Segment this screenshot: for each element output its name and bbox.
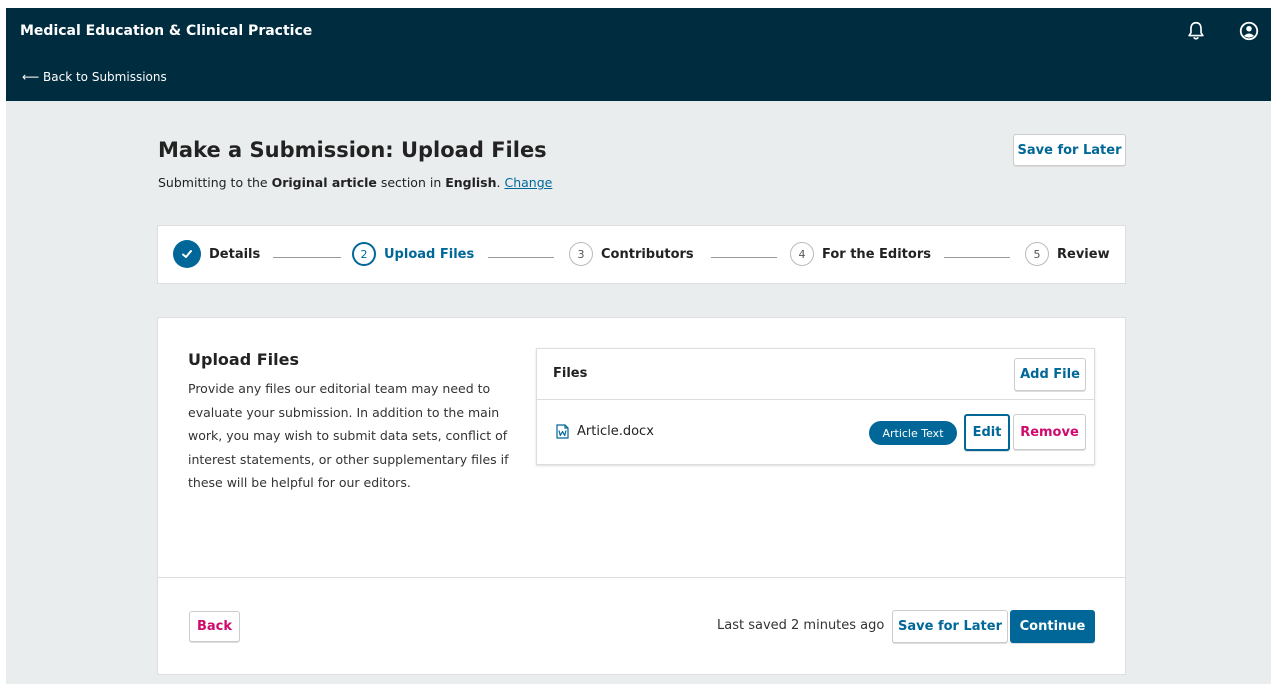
remove-file-button[interactable]: Remove: [1013, 414, 1086, 450]
change-section-link[interactable]: Change: [504, 175, 552, 190]
step-review[interactable]: 5 Review: [1025, 242, 1110, 266]
step-number: 4: [790, 242, 814, 266]
word-document-icon: [556, 424, 569, 439]
submission-subtitle: Submitting to the Original article secti…: [158, 175, 552, 190]
step-contributors[interactable]: 3 Contributors: [569, 242, 694, 266]
file-type-badge: Article Text: [869, 421, 957, 445]
step-number: 2: [352, 242, 376, 266]
files-heading: Files: [553, 366, 588, 381]
step-upload-files[interactable]: 2 Upload Files: [352, 242, 474, 266]
files-list-panel: [536, 348, 1095, 465]
back-to-submissions-link[interactable]: ⟵ Back to Submissions: [22, 70, 167, 84]
section-name: Original article: [271, 175, 377, 190]
checkmark-icon: [173, 240, 201, 268]
save-for-later-bottom-button[interactable]: Save for Later: [892, 610, 1008, 643]
user-account-icon[interactable]: [1238, 20, 1260, 42]
save-for-later-top-button[interactable]: Save for Later: [1013, 134, 1126, 166]
step-label: Contributors: [601, 246, 694, 262]
last-saved-status: Last saved 2 minutes ago: [717, 618, 885, 633]
back-button[interactable]: Back: [189, 611, 240, 642]
step-connector: [273, 257, 341, 258]
file-name-link[interactable]: Article.docx: [577, 424, 654, 439]
upload-files-description: Provide any files our editorial team may…: [188, 381, 509, 491]
step-number: 5: [1025, 242, 1049, 266]
top-header: Medical Education & Clinical Practice ⟵ …: [6, 8, 1271, 101]
upload-files-heading: Upload Files: [188, 350, 300, 369]
step-label: Details: [209, 246, 261, 262]
step-for-the-editors[interactable]: 4 For the Editors: [790, 242, 931, 266]
panel-divider: [158, 577, 1125, 578]
edit-file-button[interactable]: Edit: [964, 414, 1010, 451]
language-name: English: [445, 175, 497, 190]
subtitle-text: Submitting to the: [158, 175, 272, 190]
subtitle-text: section in: [376, 175, 446, 190]
page-title: Make a Submission: Upload Files: [158, 138, 547, 162]
step-label: Review: [1057, 246, 1110, 262]
submission-steps: Details 2 Upload Files 3 Contributors 4 …: [157, 225, 1126, 284]
step-connector: [488, 257, 554, 258]
divider: [537, 399, 1094, 400]
step-label: Upload Files: [384, 246, 475, 262]
add-file-button[interactable]: Add File: [1014, 358, 1086, 391]
step-connector: [711, 257, 777, 258]
site-title[interactable]: Medical Education & Clinical Practice: [20, 23, 312, 39]
continue-button[interactable]: Continue: [1010, 610, 1095, 643]
app-window: Medical Education & Clinical Practice ⟵ …: [6, 8, 1271, 684]
step-details[interactable]: Details: [173, 240, 260, 268]
step-connector: [944, 257, 1010, 258]
step-label: For the Editors: [822, 246, 931, 262]
bell-icon[interactable]: [1185, 20, 1207, 42]
step-number: 3: [569, 242, 593, 266]
